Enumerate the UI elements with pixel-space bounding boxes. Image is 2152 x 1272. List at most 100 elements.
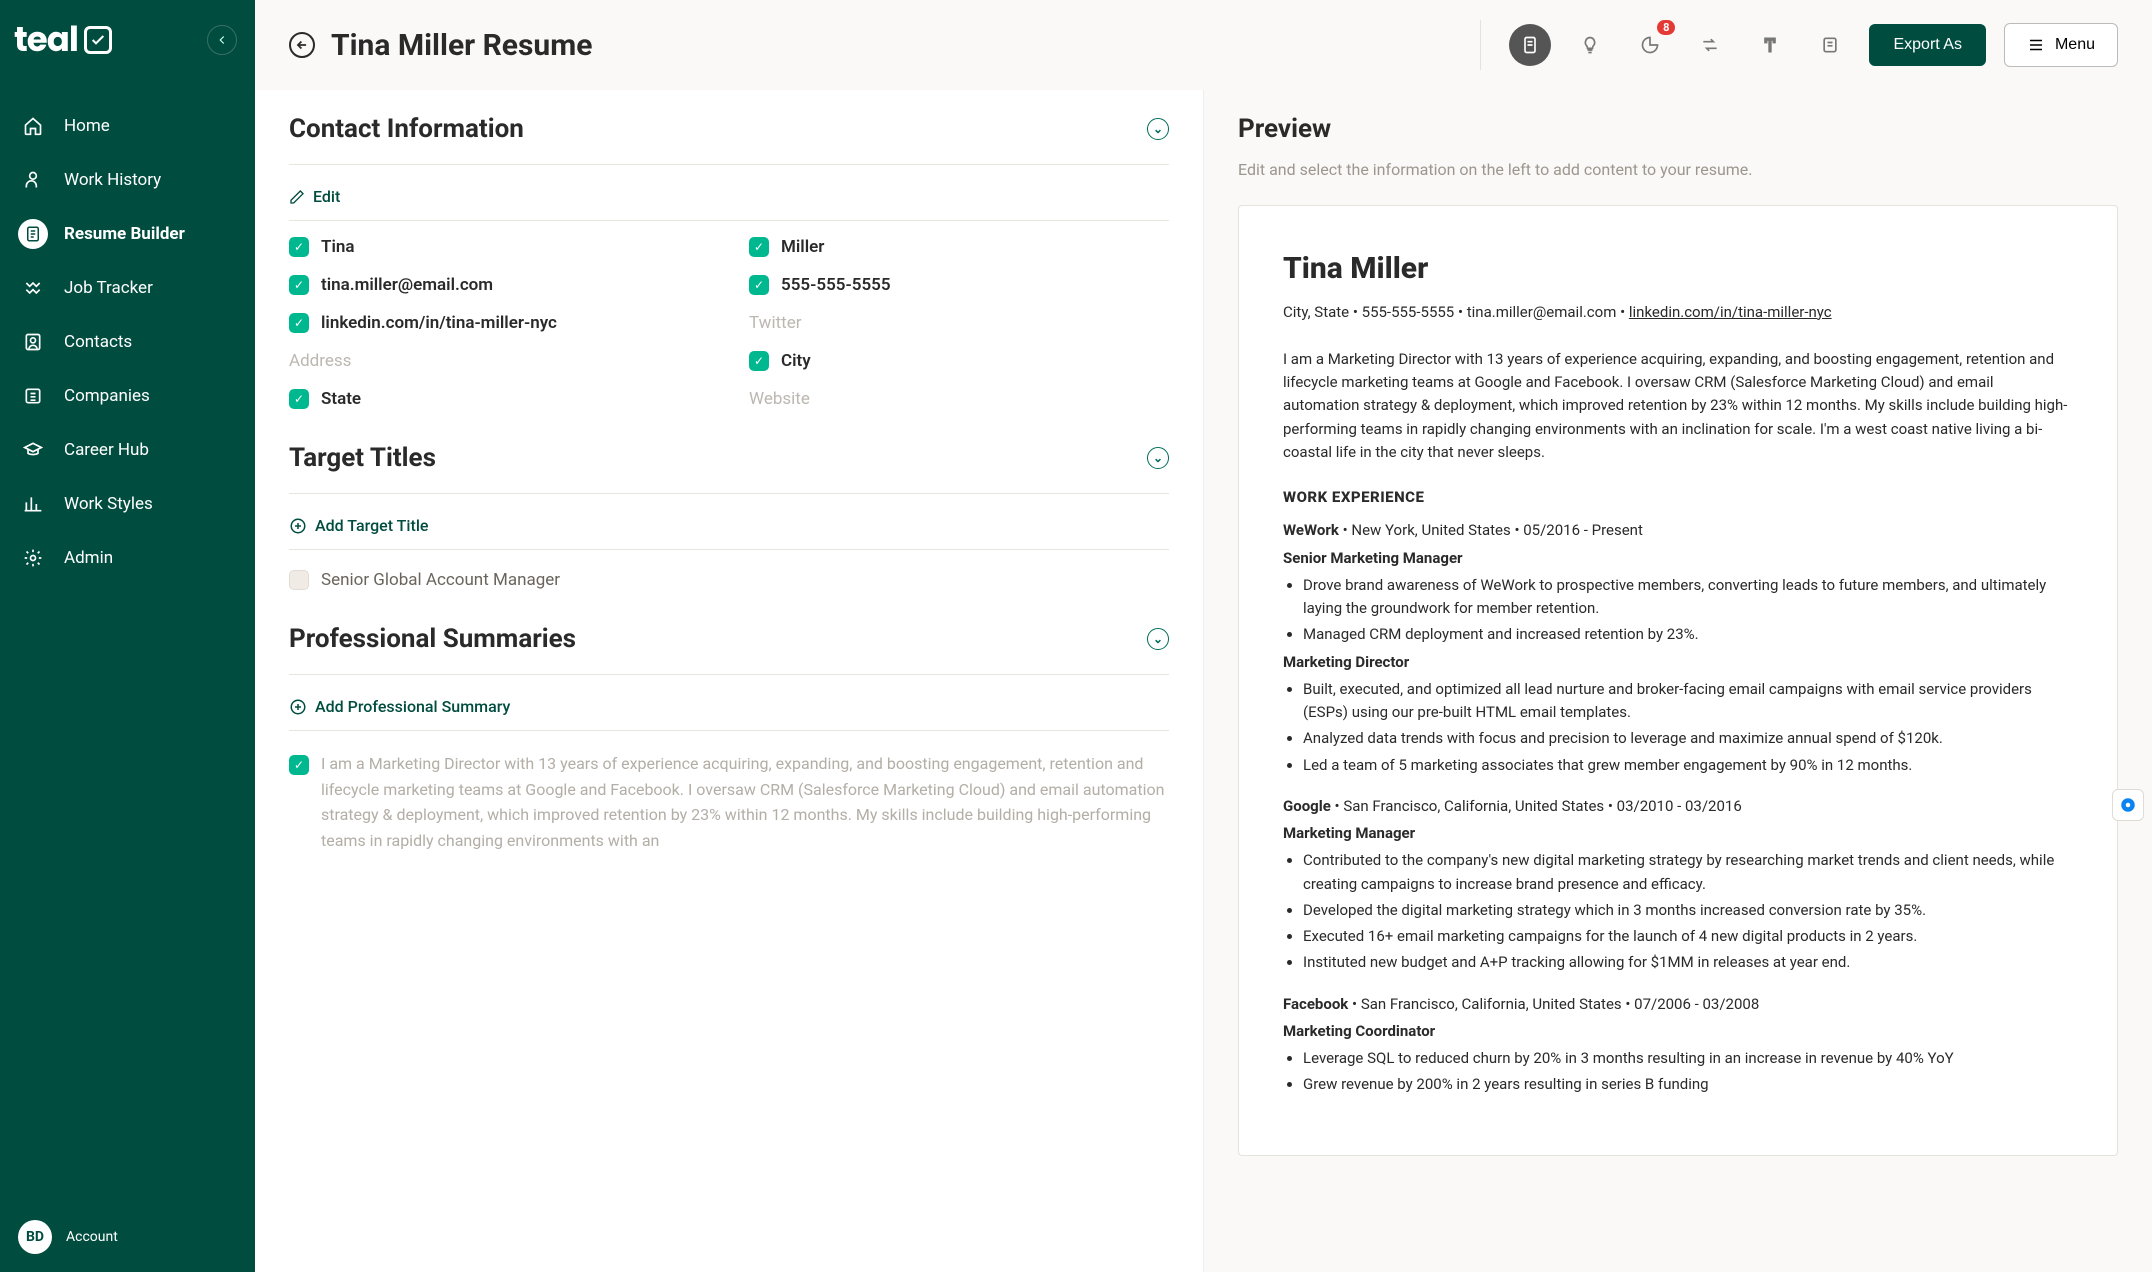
- job-title: Senior Marketing Manager: [1283, 547, 2073, 570]
- job: WeWork • New York, United States • 05/20…: [1283, 519, 2073, 777]
- sidebar-item-home[interactable]: Home: [0, 99, 255, 153]
- section-contact-title: Contact Information ⌄: [289, 100, 1169, 158]
- collapse-section-icon[interactable]: ⌄: [1147, 447, 1169, 469]
- field-state[interactable]: ✓ State: [289, 389, 709, 409]
- section-target-titles: Target Titles ⌄: [289, 429, 1169, 487]
- tracker-icon: [18, 273, 48, 303]
- back-button[interactable]: [289, 32, 315, 58]
- sidebar-item-label: Job Tracker: [64, 278, 153, 298]
- first-name-value: Tina: [321, 237, 355, 257]
- sidebar-item-contacts[interactable]: Contacts: [0, 315, 255, 369]
- account-label: Account: [66, 1229, 118, 1245]
- job-title: Marketing Coordinator: [1283, 1020, 2073, 1043]
- field-address[interactable]: Address: [289, 351, 709, 371]
- add-summary-label: Add Professional Summary: [315, 697, 510, 716]
- sidebar-item-career-hub[interactable]: Career Hub: [0, 423, 255, 477]
- menu-button[interactable]: Menu: [2004, 23, 2118, 67]
- divider: [1480, 20, 1481, 70]
- preview-pane: Preview Edit and select the information …: [1204, 90, 2152, 1272]
- section-summaries: Professional Summaries ⌄: [289, 610, 1169, 668]
- notification-badge: 8: [1657, 20, 1675, 35]
- tool-compare[interactable]: [1689, 24, 1731, 66]
- address-placeholder: Address: [289, 351, 351, 371]
- checkbox[interactable]: ✓: [289, 237, 309, 257]
- sidebar-item-companies[interactable]: Companies: [0, 369, 255, 423]
- tool-document[interactable]: [1509, 24, 1551, 66]
- pencil-icon: [289, 189, 305, 205]
- website-placeholder: Website: [749, 389, 810, 409]
- sidebar-item-work-styles[interactable]: Work Styles: [0, 477, 255, 531]
- job-bullet: Managed CRM deployment and increased ret…: [1303, 623, 2073, 646]
- sidebar-item-label: Contacts: [64, 332, 132, 352]
- header: Tina Miller Resume 8: [255, 0, 2152, 90]
- sidebar-item-resume-builder[interactable]: Resume Builder: [0, 207, 255, 261]
- field-city[interactable]: ✓ City: [749, 351, 1169, 371]
- add-target-title-button[interactable]: Add Target Title: [289, 508, 1169, 543]
- job-bullet: Drove brand awareness of WeWork to prosp…: [1303, 574, 2073, 621]
- sidebar-item-admin[interactable]: Admin: [0, 531, 255, 585]
- plus-circle-icon: [289, 517, 307, 535]
- resume-linkedin-link[interactable]: linkedin.com/in/tina-miller-nyc: [1629, 303, 1832, 321]
- field-email[interactable]: ✓ tina.miller@email.com: [289, 275, 709, 295]
- checkbox[interactable]: ✓: [289, 275, 309, 295]
- job-bullet: Led a team of 5 marketing associates tha…: [1303, 754, 2073, 777]
- job-bullet: Analyzed data trends with focus and prec…: [1303, 727, 2073, 750]
- sidebar-item-label: Work Styles: [64, 494, 153, 514]
- edit-label: Edit: [313, 187, 340, 206]
- edit-contact-button[interactable]: Edit: [289, 179, 1169, 214]
- sidebar-item-job-tracker[interactable]: Job Tracker: [0, 261, 255, 315]
- field-phone[interactable]: ✓ 555-555-5555: [749, 275, 1169, 295]
- state-value: State: [321, 389, 361, 409]
- field-website[interactable]: Website: [749, 389, 1169, 409]
- field-last-name[interactable]: ✓ Miller: [749, 237, 1169, 257]
- logo-mark-icon: [84, 26, 112, 54]
- job-title: Marketing Director: [1283, 651, 2073, 674]
- export-button[interactable]: Export As: [1869, 24, 1985, 66]
- field-twitter[interactable]: Twitter: [749, 313, 1169, 333]
- sidebar-item-work-history[interactable]: Work History: [0, 153, 255, 207]
- summary-item[interactable]: ✓ I am a Marketing Director with 13 year…: [289, 751, 1169, 853]
- logo: teal: [14, 14, 112, 65]
- add-summary-button[interactable]: Add Professional Summary: [289, 689, 1169, 724]
- job-bullet: Developed the digital marketing strategy…: [1303, 899, 2073, 922]
- job-bullet: Executed 16+ email marketing campaigns f…: [1303, 925, 2073, 948]
- collapse-section-icon[interactable]: ⌄: [1147, 628, 1169, 650]
- field-linkedin[interactable]: ✓ linkedin.com/in/tina-miller-nyc: [289, 313, 709, 333]
- job-bullet: Instituted new budget and A+P tracking a…: [1303, 951, 2073, 974]
- checkbox[interactable]: ✓: [289, 755, 309, 775]
- preview-hint: Edit and select the information on the l…: [1238, 152, 2118, 205]
- collapse-section-icon[interactable]: ⌄: [1147, 118, 1169, 140]
- job-bullet: Grew revenue by 200% in 2 years resultin…: [1303, 1073, 2073, 1096]
- graduation-icon: [18, 435, 48, 465]
- chart-icon: [18, 489, 48, 519]
- person-icon: [18, 165, 48, 195]
- hamburger-icon: [2027, 36, 2045, 54]
- job-title: Marketing Manager: [1283, 822, 2073, 845]
- sidebar-item-label: Companies: [64, 386, 150, 406]
- email-value: tina.miller@email.com: [321, 275, 493, 295]
- checkbox[interactable]: [289, 570, 309, 590]
- help-widget[interactable]: [2112, 789, 2144, 821]
- avatar: BD: [18, 1220, 52, 1254]
- contacts-icon: [18, 327, 48, 357]
- target-title-item[interactable]: Senior Global Account Manager: [289, 570, 1169, 590]
- field-first-name[interactable]: ✓ Tina: [289, 237, 709, 257]
- tool-notes[interactable]: [1809, 24, 1851, 66]
- add-target-label: Add Target Title: [315, 516, 428, 535]
- resume-name: Tina Miller: [1283, 246, 2073, 293]
- account-item[interactable]: BD Account: [0, 1202, 255, 1272]
- checkbox[interactable]: ✓: [749, 351, 769, 371]
- target-title-label: Senior Global Account Manager: [321, 570, 560, 590]
- tool-format[interactable]: [1749, 24, 1791, 66]
- tool-analysis[interactable]: 8: [1629, 24, 1671, 66]
- phone-value: 555-555-5555: [781, 275, 891, 295]
- checkbox[interactable]: ✓: [749, 237, 769, 257]
- job-bullet: Built, executed, and optimized all lead …: [1303, 678, 2073, 725]
- job: Facebook • San Francisco, California, Un…: [1283, 993, 2073, 1097]
- checkbox[interactable]: ✓: [749, 275, 769, 295]
- checkbox[interactable]: ✓: [289, 313, 309, 333]
- sidebar-item-label: Career Hub: [64, 440, 149, 460]
- tool-lightbulb[interactable]: [1569, 24, 1611, 66]
- sidebar-collapse-button[interactable]: [207, 25, 237, 55]
- checkbox[interactable]: ✓: [289, 389, 309, 409]
